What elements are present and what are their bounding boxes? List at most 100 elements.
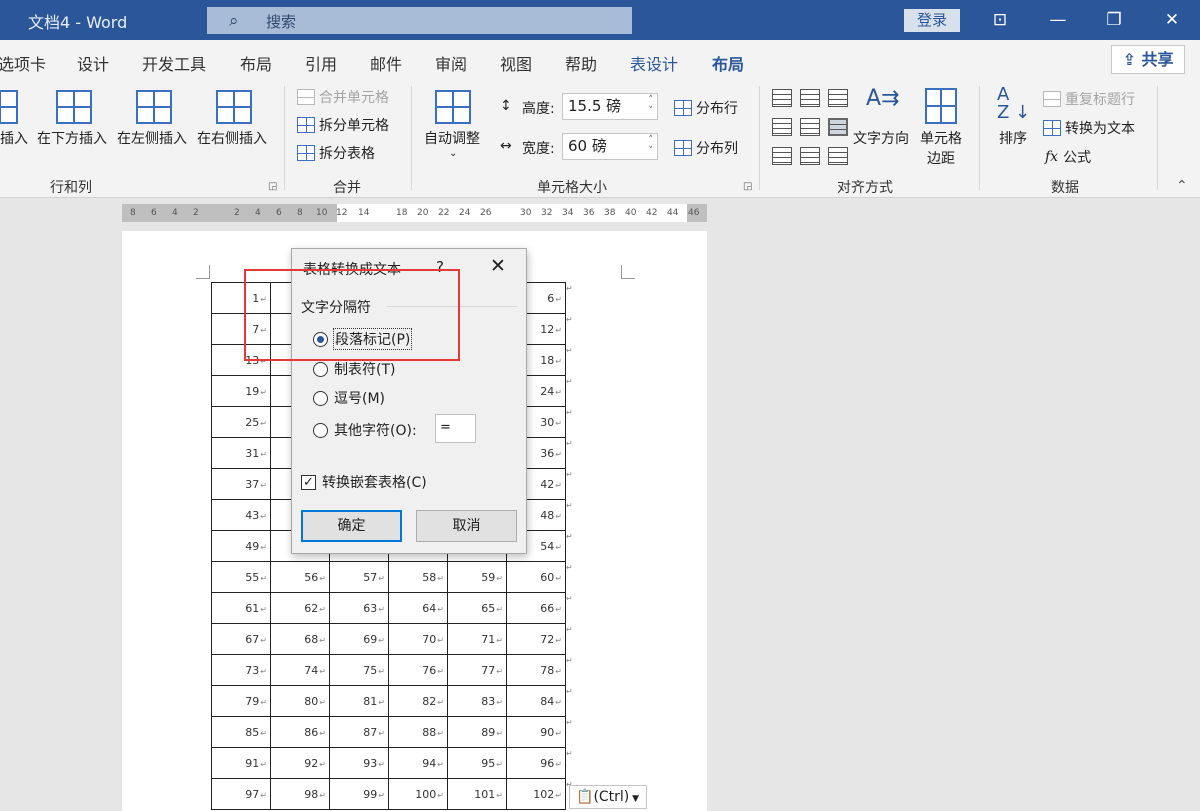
tab-review[interactable]: 审阅: [435, 51, 467, 75]
table-cell[interactable]: 81: [329, 685, 389, 717]
table-cell[interactable]: 96: [506, 747, 566, 779]
formula-button[interactable]: fx 公式: [1045, 147, 1091, 167]
checkmark-icon[interactable]: ✓: [301, 474, 316, 490]
tab-layout-page[interactable]: 布局: [240, 51, 272, 75]
autofit-dropdown-icon[interactable]: ⌄: [449, 148, 457, 159]
table-cell[interactable]: 74: [270, 654, 330, 686]
repeat-header-button[interactable]: 重复标题行: [1043, 89, 1135, 109]
distribute-rows-button[interactable]: 分布行: [674, 98, 738, 118]
merge-cells-button[interactable]: 合并单元格: [297, 87, 389, 107]
table-cell[interactable]: 75: [329, 654, 389, 686]
table-cell[interactable]: 82: [388, 685, 448, 717]
align-bottom-left-icon[interactable]: [772, 147, 792, 165]
tab-table-layout[interactable]: 布局: [712, 51, 745, 83]
table-cell[interactable]: 56: [270, 561, 330, 593]
table-cell[interactable]: 37: [211, 468, 271, 500]
insert-above-label[interactable]: 插入: [0, 128, 28, 148]
tab-table-design[interactable]: 表设计: [630, 51, 678, 75]
radio-tabs[interactable]: 制表符(T): [313, 359, 395, 379]
table-cell[interactable]: 93: [329, 747, 389, 779]
insert-above-icon[interactable]: [0, 90, 18, 124]
horizontal-ruler[interactable]: 8 6 4 2 2 4 6 8 10 12 14 18 20 22 24 26 …: [122, 204, 707, 222]
tab-view[interactable]: 视图: [500, 51, 532, 75]
split-cells-button[interactable]: 拆分单元格: [297, 115, 389, 135]
cancel-button[interactable]: 取消: [416, 510, 517, 542]
autofit-label[interactable]: 自动调整: [424, 128, 480, 148]
radio-button[interactable]: [313, 422, 328, 438]
tab-references[interactable]: 引用: [305, 51, 337, 75]
dialog-launcher-icon[interactable]: ◲: [268, 181, 277, 192]
radio-button[interactable]: [313, 361, 328, 377]
convert-nested-checkbox[interactable]: ✓ 转换嵌套表格(C): [301, 472, 427, 492]
sort-icon[interactable]: AZ ↓: [997, 86, 1030, 122]
insert-below-label[interactable]: 在下方插入: [37, 128, 107, 148]
table-cell[interactable]: 91: [211, 747, 271, 779]
minimize-icon[interactable]: —: [1043, 8, 1073, 32]
table-cell[interactable]: 43: [211, 499, 271, 531]
table-cell[interactable]: 73: [211, 654, 271, 686]
convert-to-text-button[interactable]: 转换为文本: [1043, 118, 1135, 138]
table-cell[interactable]: 71: [447, 623, 507, 655]
table-cell[interactable]: 80: [270, 685, 330, 717]
radio-other-char[interactable]: 其他字符(O):: [313, 420, 417, 440]
login-button[interactable]: 登录: [904, 9, 960, 32]
radio-button[interactable]: [313, 390, 328, 406]
table-cell[interactable]: 70: [388, 623, 448, 655]
table-cell[interactable]: 55: [211, 561, 271, 593]
share-button[interactable]: ⇪ 共享: [1111, 45, 1185, 74]
table-cell[interactable]: 87: [329, 716, 389, 748]
table-cell[interactable]: 92: [270, 747, 330, 779]
table-cell[interactable]: 94: [388, 747, 448, 779]
tab-developer[interactable]: 开发工具: [142, 51, 206, 75]
insert-right-label[interactable]: 在右侧插入: [197, 128, 267, 148]
table-cell[interactable]: 95: [447, 747, 507, 779]
table-cell[interactable]: 49: [211, 530, 271, 562]
table-cell[interactable]: 83: [447, 685, 507, 717]
tab-mailings[interactable]: 邮件: [370, 51, 402, 75]
restore-icon[interactable]: ❐: [1099, 8, 1129, 32]
table-cell[interactable]: 77: [447, 654, 507, 686]
table-cell[interactable]: 88: [388, 716, 448, 748]
table-cell[interactable]: 72: [506, 623, 566, 655]
radio-commas[interactable]: 逗号(M): [313, 388, 385, 408]
table-cell[interactable]: 61: [211, 592, 271, 624]
table-cell[interactable]: 89: [447, 716, 507, 748]
insert-left-icon[interactable]: [136, 90, 172, 124]
close-icon[interactable]: ✕: [1157, 8, 1187, 32]
table-cell[interactable]: 100: [388, 778, 448, 810]
split-table-button[interactable]: 拆分表格: [297, 143, 375, 163]
table-cell[interactable]: 59: [447, 561, 507, 593]
table-cell[interactable]: 63: [329, 592, 389, 624]
table-cell[interactable]: 68: [270, 623, 330, 655]
search-box[interactable]: ⌕ 搜索: [207, 7, 632, 34]
table-cell[interactable]: 66: [506, 592, 566, 624]
collapse-ribbon-icon[interactable]: ⌃: [1176, 178, 1188, 194]
table-cell[interactable]: 101: [447, 778, 507, 810]
insert-right-icon[interactable]: [216, 90, 252, 124]
paste-options-button[interactable]: 📋(Ctrl) ▼: [569, 785, 647, 809]
height-spinner[interactable]: 15.5 磅 ˄ ˅: [562, 93, 658, 120]
table-cell[interactable]: 60: [506, 561, 566, 593]
table-cell[interactable]: 67: [211, 623, 271, 655]
table-cell[interactable]: 99: [329, 778, 389, 810]
cell-margins-icon[interactable]: [925, 88, 957, 124]
table-cell[interactable]: 98: [270, 778, 330, 810]
tab-options[interactable]: 选项卡: [0, 51, 46, 75]
table-cell[interactable]: 90: [506, 716, 566, 748]
table-cell[interactable]: 25: [211, 406, 271, 438]
table-cell[interactable]: 65: [447, 592, 507, 624]
align-middle-center-icon[interactable]: [800, 118, 820, 136]
spin-arrows-icon[interactable]: ˄ ˅: [649, 135, 654, 157]
table-cell[interactable]: 76: [388, 654, 448, 686]
close-icon[interactable]: ✕: [490, 255, 506, 277]
table-cell[interactable]: 69: [329, 623, 389, 655]
insert-left-label[interactable]: 在左侧插入: [117, 128, 187, 148]
tab-design[interactable]: 设计: [77, 51, 109, 75]
other-char-input[interactable]: =: [435, 414, 476, 443]
table-cell[interactable]: 86: [270, 716, 330, 748]
align-top-right-icon[interactable]: [828, 89, 848, 107]
cell-margins-label-1[interactable]: 单元格: [920, 128, 962, 148]
align-middle-right-icon[interactable]: [828, 118, 848, 136]
table-cell[interactable]: 97: [211, 778, 271, 810]
tab-help[interactable]: 帮助: [565, 51, 597, 75]
